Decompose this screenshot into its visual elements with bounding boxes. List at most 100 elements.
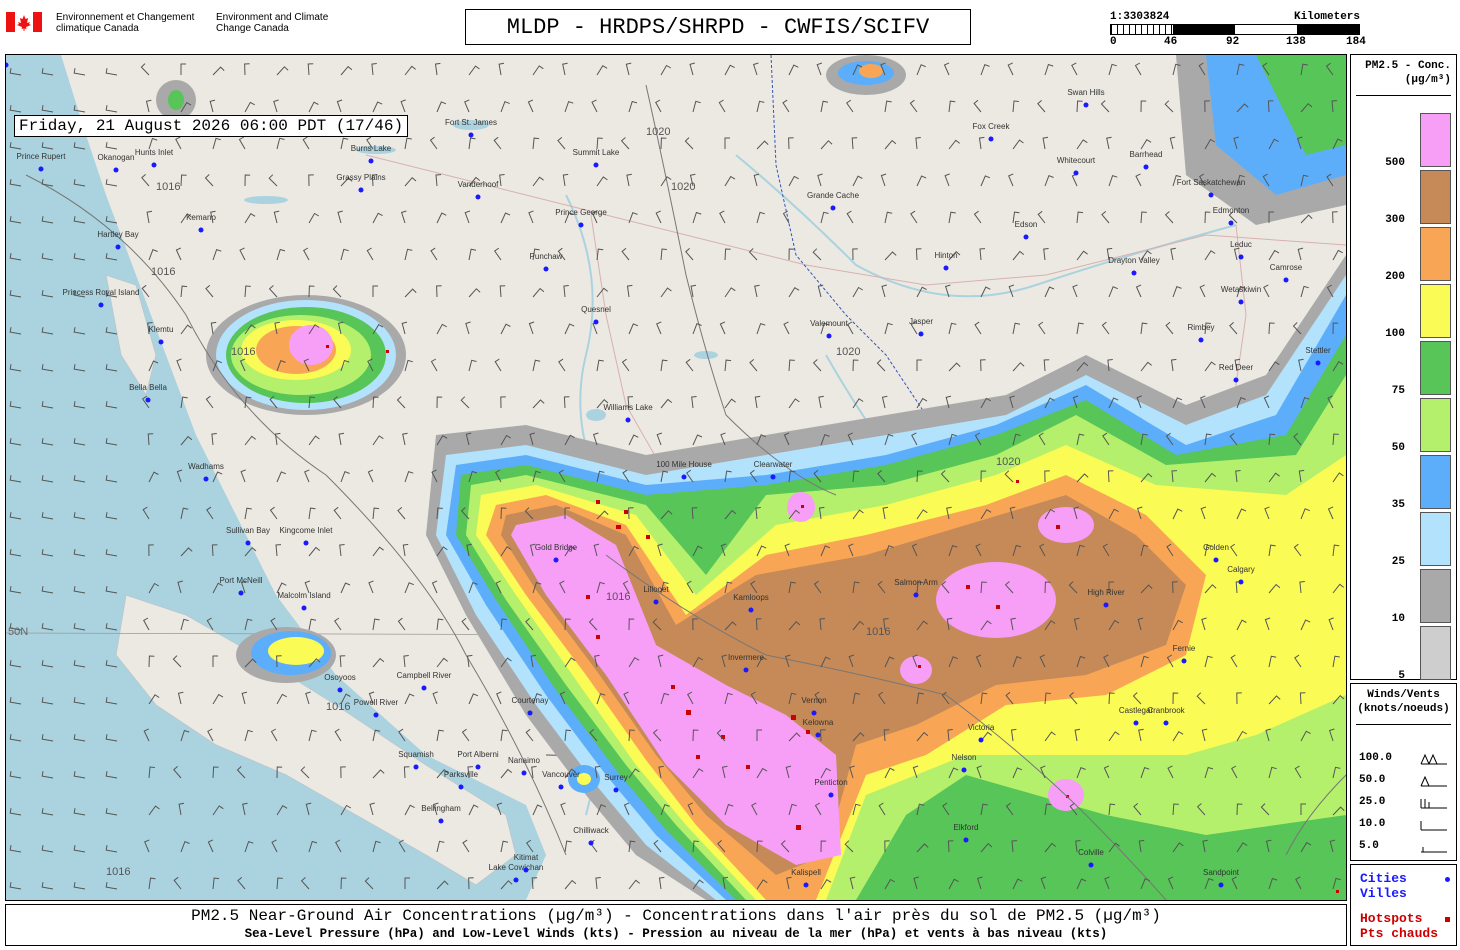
wind-barb	[180, 63, 186, 75]
city-dot	[1163, 720, 1169, 726]
city-marker[interactable]: Hunts Inlet	[135, 148, 174, 168]
city-label: Gold Bridge	[535, 543, 578, 552]
city-dot	[1088, 862, 1094, 868]
wind-barb	[212, 137, 221, 150]
city-label: Fort Saskatchewan	[1177, 178, 1245, 187]
wind-barb	[812, 359, 822, 372]
city-dot	[475, 194, 481, 200]
city-label: Princess Royal Island	[63, 288, 140, 297]
wind-barb	[464, 99, 470, 113]
city-label: Invermere	[728, 653, 765, 662]
concentration-legend: PM2.5 - Conc. (µg/m³) 500 300 200 100 75 50 35…	[1350, 54, 1457, 682]
wind-barb	[685, 358, 694, 372]
wind-barb	[1300, 285, 1309, 298]
city-dot	[1228, 220, 1234, 226]
city-marker[interactable]: Barrhead	[1130, 150, 1163, 170]
wind-barb	[660, 137, 667, 150]
city-label: Fox Creek	[973, 122, 1011, 131]
city-marker[interactable]: Rimbey	[1187, 323, 1215, 343]
wind-barb	[404, 248, 413, 261]
wind-barb	[396, 396, 406, 409]
wind-barb	[749, 359, 758, 372]
wind-barb	[434, 62, 441, 76]
wind-barb	[1076, 100, 1083, 113]
city-marker[interactable]: Camrose	[1270, 263, 1303, 283]
city-dot	[337, 687, 343, 693]
city-marker[interactable]: Valemount	[810, 319, 849, 339]
city-label: Vernon	[801, 696, 826, 705]
wind-barb	[1012, 362, 1025, 372]
city-dot	[963, 837, 969, 843]
city-marker[interactable]: Punchaw	[530, 252, 563, 272]
city-marker[interactable]: Vanderhoof	[458, 180, 500, 200]
city-dot	[413, 764, 419, 770]
city-marker[interactable]: Summit Lake	[573, 148, 620, 168]
city-marker[interactable]: Red Deer	[1219, 363, 1254, 383]
city-marker[interactable]: Wetaskiwin	[1221, 285, 1261, 305]
wind-barb	[684, 137, 694, 150]
valid-time-label: Friday, 21 August 2026 06:00 PDT (17/46)	[14, 115, 409, 137]
wind-barb	[528, 321, 535, 335]
wind-barb	[852, 248, 858, 261]
city-dot	[523, 867, 529, 873]
city-label: Sechelt	[6, 55, 20, 57]
city-label: Vancouver	[542, 770, 580, 779]
wind-barb	[562, 173, 569, 187]
map-panel[interactable]: 1016 1016 1016 1016 1016 1016 1016 1020 …	[5, 54, 1347, 901]
wind-barb-100-icon	[1420, 753, 1447, 765]
city-marker[interactable]: Fox Creek	[973, 122, 1011, 142]
city-marker[interactable]: Prince George	[555, 208, 607, 228]
legend-cities-fr: Villes	[1360, 886, 1407, 901]
wind-barb	[782, 99, 790, 113]
city-marker[interactable]: Chilliwack	[573, 826, 610, 846]
wind-barb	[308, 174, 314, 187]
wind-barb	[308, 101, 319, 113]
wind-barb	[404, 693, 415, 705]
wind-barb	[1008, 173, 1014, 187]
city-dot	[1208, 192, 1214, 198]
city-marker[interactable]: Kemano	[186, 213, 216, 233]
legend-color-swatch	[1420, 512, 1451, 566]
city-marker[interactable]: Kingcome Inlet	[280, 526, 334, 546]
city-marker[interactable]: Whitecourt	[1057, 156, 1096, 176]
city-label: Chilliwack	[573, 826, 610, 835]
wind-barb	[333, 506, 342, 520]
city-marker[interactable]: Nanaimo	[508, 756, 541, 776]
city-label: Kingcome Inlet	[280, 526, 334, 535]
city-label: Campbell River	[397, 671, 452, 680]
wind-barb	[276, 66, 289, 76]
wind-barb	[175, 136, 182, 150]
wind-barb	[884, 322, 893, 335]
city-marker[interactable]: Drayton Valley	[1108, 256, 1160, 276]
wind-barb	[1037, 100, 1046, 113]
city-dot	[918, 331, 924, 337]
city-marker[interactable]: Port Alberni	[457, 750, 499, 770]
city-marker[interactable]: Okanogan	[98, 153, 135, 173]
city-marker[interactable]: Leduc	[1230, 240, 1252, 260]
wind-barb	[204, 174, 214, 187]
city-label: Grassy Plains	[336, 173, 385, 182]
city-label: Summit Lake	[573, 148, 620, 157]
city-marker[interactable]: Swan Hills	[1067, 88, 1105, 108]
city-label: Osoyoos	[324, 673, 356, 682]
wind-barb	[620, 137, 630, 150]
city-marker[interactable]: Hinton	[934, 251, 958, 271]
wind-barb	[628, 323, 639, 335]
map-canvas[interactable]: 1016 1016 1016 1016 1016 1016 1016 1020 …	[6, 55, 1346, 900]
city-marker[interactable]: Grande Cache	[807, 191, 860, 211]
city-marker[interactable]: Quesnel	[581, 305, 611, 325]
city-label: 100 Mile House	[656, 460, 712, 469]
city-dot	[198, 227, 204, 233]
legend-divider	[1356, 95, 1451, 96]
city-label: Kemano	[186, 213, 216, 222]
wind-barb	[788, 359, 795, 372]
city-marker[interactable]: Edson	[1015, 220, 1038, 240]
city-marker[interactable]: Williams Lake	[603, 403, 653, 423]
wind-barb	[496, 691, 502, 705]
wind-barb	[240, 469, 246, 483]
wind-barb	[754, 395, 761, 409]
city-label: Red Deer	[1219, 363, 1254, 372]
city-marker[interactable]: Campbell River	[397, 671, 452, 691]
wind-barb	[1101, 211, 1110, 224]
wind-barb	[532, 287, 545, 298]
